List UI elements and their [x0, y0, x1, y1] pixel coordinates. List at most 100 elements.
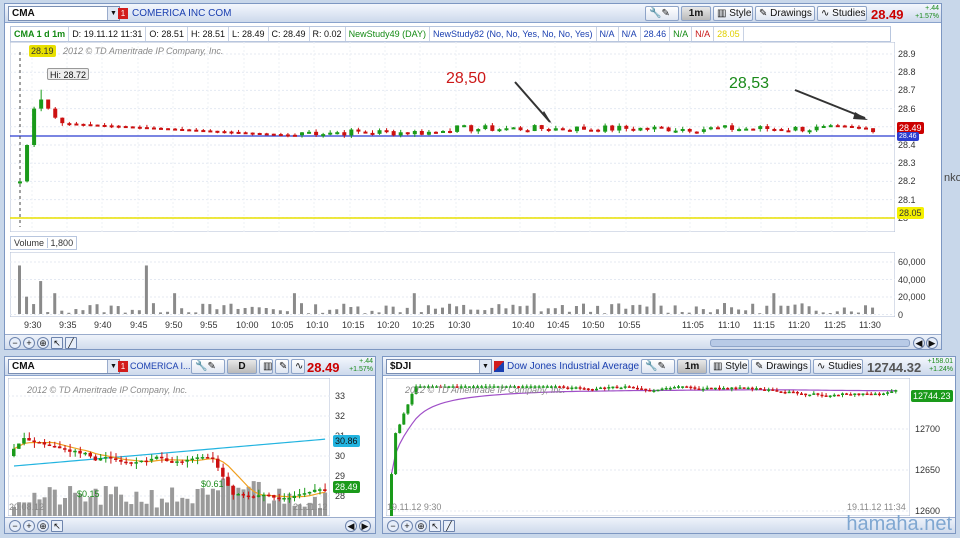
- cursor-icon[interactable]: ↖: [51, 520, 63, 532]
- candle-body: [321, 134, 326, 137]
- daily-studies-button[interactable]: ∿: [291, 359, 305, 374]
- candle-body: [476, 129, 481, 132]
- chevron-down-icon[interactable]: ▼: [479, 360, 491, 373]
- daily-candle-body: [287, 498, 291, 500]
- candle-body: [356, 129, 361, 132]
- yellow-level-tag: 28.05: [897, 207, 924, 219]
- line-tool-icon[interactable]: ╱: [443, 520, 455, 532]
- candle-body: [187, 129, 192, 132]
- time-scrollbar[interactable]: [710, 339, 910, 347]
- dji-candle-body: [828, 395, 832, 398]
- dji-candle-body: [566, 387, 570, 389]
- dji-edit-tools-button[interactable]: 🔧✎: [641, 359, 675, 374]
- volume-bar: [856, 312, 860, 314]
- studies-button[interactable]: ∿ Studies: [817, 6, 867, 21]
- dji-symbol-input[interactable]: $DJI ▼: [386, 359, 492, 374]
- volume-bar: [821, 312, 825, 314]
- dji-candle-body: [779, 391, 783, 393]
- dji-drawings-button[interactable]: ✎ Drawings: [751, 359, 811, 374]
- daily-candle-body: [277, 497, 281, 500]
- symbol-link-icon[interactable]: 1: [118, 361, 128, 372]
- line-tool-icon[interactable]: ╱: [65, 337, 77, 349]
- zoom-out-icon[interactable]: −: [387, 520, 399, 532]
- pencil-icon: ✎: [759, 8, 768, 19]
- drawings-button[interactable]: ✎ Drawings: [755, 6, 815, 21]
- dji-price-chart[interactable]: [386, 378, 910, 516]
- volume-bar: [871, 307, 875, 314]
- edit-tools-button[interactable]: 🔧✎: [645, 6, 679, 21]
- zoom-in-icon[interactable]: +: [23, 337, 35, 349]
- dji-link-icon[interactable]: [494, 361, 504, 372]
- volume-bar: [95, 304, 99, 314]
- dji-candle-body: [586, 388, 590, 390]
- volume-bar: [758, 313, 762, 314]
- daily-drawings-button[interactable]: ✎: [275, 359, 289, 374]
- scroll-right-icon[interactable]: ▶: [359, 520, 371, 532]
- symbol-input[interactable]: CMA ▼: [8, 6, 120, 21]
- time-axis-label: 10:20: [377, 320, 400, 330]
- time-axis-label: 9:55: [200, 320, 218, 330]
- aggregation-button[interactable]: 1m: [681, 6, 711, 21]
- pan-icon[interactable]: ⊕: [37, 337, 49, 349]
- pan-icon[interactable]: ⊕: [415, 520, 427, 532]
- cursor-icon[interactable]: ↖: [51, 337, 63, 349]
- dji-style-button[interactable]: ▥ Style: [709, 359, 749, 374]
- volume-bar: [123, 312, 127, 314]
- volume-chart[interactable]: [10, 252, 895, 317]
- volume-axis-label: 20,000: [898, 292, 926, 302]
- info-study1[interactable]: NewStudy49 (DAY): [346, 27, 430, 41]
- candle-body: [589, 129, 594, 132]
- zoom-in-icon[interactable]: +: [401, 520, 413, 532]
- dji-studies-button[interactable]: ∿ Studies: [813, 359, 863, 374]
- candle-body: [441, 130, 445, 133]
- dji-last-price: 12744.32: [867, 360, 922, 375]
- dji-candle-body: [763, 389, 767, 391]
- style-button[interactable]: ▥ Style: [713, 6, 753, 21]
- daily-symbol-input[interactable]: CMA ▼: [8, 359, 120, 374]
- scroll-right-icon[interactable]: ▶: [926, 337, 938, 349]
- volume-bar: [194, 312, 198, 314]
- symbol-link-icon[interactable]: 1: [118, 8, 128, 19]
- dji-candle-body: [677, 386, 680, 388]
- scroll-left-icon[interactable]: ◀: [913, 337, 925, 349]
- daily-candle-body: [318, 489, 322, 491]
- volume-bar: [278, 310, 282, 314]
- candle-body: [159, 127, 163, 130]
- pan-icon[interactable]: ⊕: [37, 520, 49, 532]
- dji-candle-body: [640, 388, 644, 390]
- daily-volume-bar: [114, 486, 118, 516]
- candle-body: [25, 145, 30, 182]
- daily-candle-body: [63, 448, 67, 450]
- zoom-out-icon[interactable]: −: [9, 520, 21, 532]
- price-axis-label: 28.8: [898, 67, 916, 78]
- candle-body: [680, 128, 685, 131]
- candle-body: [455, 125, 460, 132]
- dji-candle-body: [668, 387, 672, 390]
- time-axis-label: 9:35: [59, 320, 77, 330]
- daily-aggregation-button[interactable]: D: [227, 359, 257, 374]
- info-study2[interactable]: NewStudy82 (No, No, Yes, No, No, Yes): [430, 27, 597, 41]
- high-label: Hi: 28.72: [47, 68, 90, 80]
- cursor-icon[interactable]: ↖: [429, 520, 441, 532]
- daily-candle-body: [98, 458, 103, 461]
- daily-candle-body: [226, 476, 230, 486]
- zoom-out-icon[interactable]: −: [9, 337, 21, 349]
- dji-candle-body: [795, 391, 799, 394]
- volume-bar: [546, 308, 550, 314]
- candle-body: [349, 129, 354, 136]
- dji-aggregation-button[interactable]: 1m: [677, 359, 707, 374]
- scroll-left-icon[interactable]: ◀: [345, 520, 357, 532]
- volume-bar: [723, 303, 726, 314]
- pencil-icon: ✎: [755, 361, 764, 372]
- dji-candle-body: [894, 390, 898, 392]
- dji-candle-body: [865, 393, 869, 396]
- zoom-in-icon[interactable]: +: [23, 520, 35, 532]
- daily-price-chart[interactable]: [8, 378, 330, 516]
- candle-body: [631, 128, 636, 131]
- dji-candle-body: [394, 433, 398, 475]
- daily-edit-tools-button[interactable]: 🔧✎: [191, 359, 225, 374]
- volume-value: 1,800: [46, 238, 74, 248]
- daily-style-button[interactable]: ▥: [259, 359, 273, 374]
- dji-symbol-value: $DJI: [390, 361, 412, 372]
- time-axis-label: 10:50: [582, 320, 605, 330]
